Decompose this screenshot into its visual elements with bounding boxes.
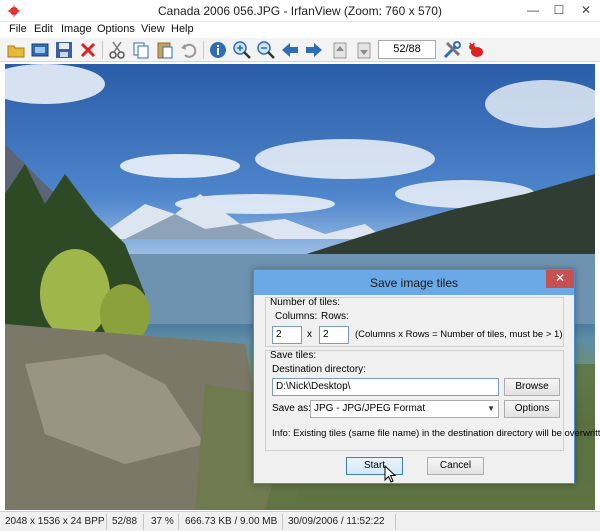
destination-directory-input[interactable]: D:\Nick\Desktop\ <box>272 378 499 396</box>
format-select-value: JPG - JPG/JPEG Format <box>314 403 426 414</box>
toolbar-separator <box>102 41 103 59</box>
save-tiles-label: Save tiles: <box>270 350 317 361</box>
close-window-button[interactable]: ✕ <box>572 0 600 20</box>
save-as-label: Save as: <box>272 403 311 414</box>
mouse-cursor-icon <box>384 465 396 483</box>
status-bar: 2048 x 1536 x 24 BPP 52/88 37 % 666.73 K… <box>0 511 600 531</box>
dialog-title: Save image tiles <box>369 276 459 290</box>
open-folder-icon[interactable] <box>6 40 26 60</box>
status-file-size: 666.73 KB / 9.00 MB <box>185 516 278 527</box>
undo-icon[interactable] <box>179 40 199 60</box>
slideshow-icon[interactable] <box>30 40 50 60</box>
times-label: x <box>307 329 312 340</box>
menu-options[interactable]: Options <box>97 23 135 35</box>
window-title: Canada 2006 056.JPG - IrfanView (Zoom: 7… <box>158 4 442 18</box>
maximize-button[interactable]: ☐ <box>546 0 572 20</box>
save-image-tiles-dialog: Save image tiles ✕ Number of tiles: Colu… <box>253 269 600 484</box>
destination-directory-label: Destination directory: <box>272 364 366 375</box>
delete-icon[interactable] <box>78 40 98 60</box>
menu-help[interactable]: Help <box>171 23 194 35</box>
exit-icon[interactable] <box>466 40 486 60</box>
format-select[interactable]: JPG - JPG/JPEG Format ▼ <box>310 400 499 418</box>
cancel-button[interactable]: Cancel <box>427 457 484 475</box>
status-zoom: 37 % <box>151 516 174 527</box>
status-divider <box>106 514 107 530</box>
save-tiles-group: Save tiles: Destination directory: D:\Ni… <box>265 350 600 451</box>
number-of-tiles-label: Number of tiles: <box>270 297 341 308</box>
chevron-down-icon: ▼ <box>487 404 495 413</box>
previous-icon[interactable] <box>280 40 300 60</box>
settings-icon[interactable] <box>442 40 462 60</box>
status-divider <box>178 514 179 530</box>
status-divider <box>395 514 396 530</box>
menu-view[interactable]: View <box>141 23 165 35</box>
rows-input[interactable]: 2 <box>319 326 349 344</box>
columns-label: Columns: <box>275 311 318 322</box>
last-icon[interactable] <box>354 40 374 60</box>
tiles-hint: (Columns x Rows = Number of tiles, must … <box>355 329 563 340</box>
menu-file[interactable]: File <box>9 23 27 35</box>
first-icon[interactable] <box>330 40 350 60</box>
save-icon[interactable] <box>54 40 74 60</box>
toolbar: 52/88 <box>0 38 600 62</box>
options-button[interactable]: Options <box>504 400 560 418</box>
status-datetime: 30/09/2006 / 11:52:22 <box>288 516 385 527</box>
menu-edit[interactable]: Edit <box>34 23 53 35</box>
toolbar-separator <box>203 41 204 59</box>
menu-image[interactable]: Image <box>61 23 92 35</box>
menu-bar: File Edit Image Options View Help <box>0 22 600 38</box>
browse-button[interactable]: Browse <box>504 378 560 396</box>
copy-icon[interactable] <box>131 40 151 60</box>
paste-icon[interactable] <box>155 40 175 60</box>
zoom-in-icon[interactable] <box>232 40 252 60</box>
cut-icon[interactable] <box>107 40 127 60</box>
next-icon[interactable] <box>304 40 324 60</box>
dialog-close-button[interactable]: ✕ <box>546 270 574 288</box>
minimize-button[interactable]: — <box>520 0 546 20</box>
title-bar: Canada 2006 056.JPG - IrfanView (Zoom: 7… <box>0 0 600 22</box>
columns-input[interactable]: 2 <box>272 326 302 344</box>
status-divider <box>143 514 144 530</box>
overwrite-info: Info: Existing tiles (same file name) in… <box>272 428 600 439</box>
status-index: 52/88 <box>112 516 138 527</box>
info-icon[interactable] <box>208 40 228 60</box>
number-of-tiles-group: Number of tiles: Columns: Rows: 2 x 2 (C… <box>265 297 564 347</box>
status-dimensions: 2048 x 1536 x 24 BPP <box>5 516 105 527</box>
page-indicator: 52/88 <box>378 40 436 59</box>
dialog-title-bar[interactable]: Save image tiles ✕ <box>254 270 574 295</box>
rows-label: Rows: <box>321 311 349 322</box>
status-divider <box>282 514 283 530</box>
zoom-out-icon[interactable] <box>256 40 276 60</box>
